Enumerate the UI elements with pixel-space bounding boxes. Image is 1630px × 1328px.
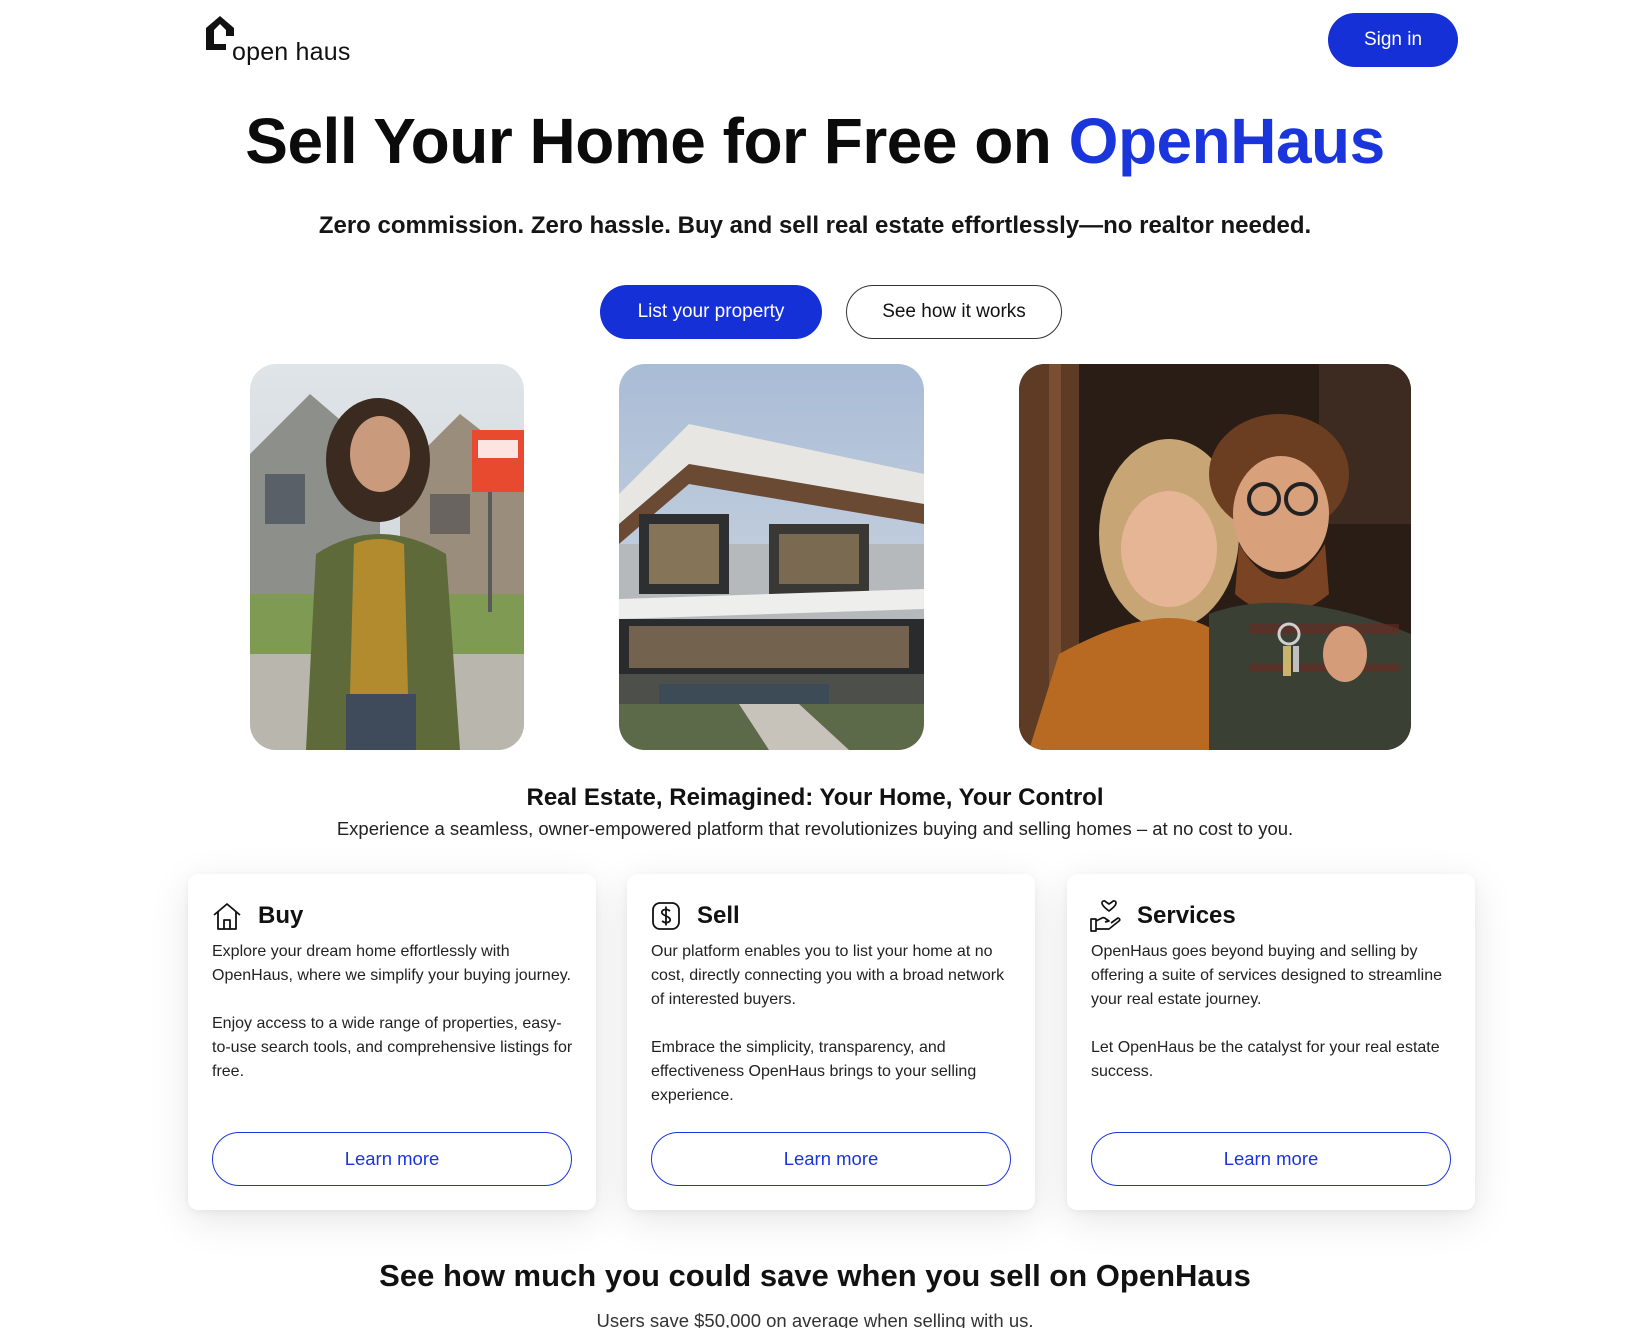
hero-title: Sell Your Home for Free on OpenHaus	[0, 104, 1630, 178]
modern-house-photo	[619, 364, 924, 750]
hero-title-main: Sell Your Home for Free on	[245, 105, 1069, 177]
list-property-button[interactable]: List your property	[600, 285, 822, 339]
savings-title: See how much you could save when you sel…	[379, 1258, 1251, 1293]
card-title: Sell	[697, 902, 740, 929]
card-body: OpenHaus goes beyond buying and selling …	[1091, 940, 1453, 1108]
intro-title: Real Estate, Reimagined: Your Home, Your…	[526, 784, 1104, 811]
card-paragraph: Our platform enables you to list your ho…	[651, 943, 1005, 1008]
card-paragraph: Let OpenHaus be the catalyst for your re…	[1091, 1039, 1440, 1080]
card-body: Our platform enables you to list your ho…	[651, 940, 1013, 1132]
site-header: open haus Sign in	[0, 0, 1630, 90]
house-icon	[210, 899, 244, 933]
card-header: Services	[1089, 898, 1236, 934]
intro-subtitle: Experience a seamless, owner-empowered p…	[336, 818, 1294, 839]
couple-with-keys-photo	[1019, 364, 1411, 750]
sell-card: Sell Our platform enables you to list yo…	[627, 874, 1035, 1210]
card-paragraph: Explore your dream home effortlessly wit…	[212, 943, 571, 984]
buy-card: Buy Explore your dream home effortlessly…	[188, 874, 596, 1210]
hero-subtitle: Zero commission. Zero hassle. Buy and se…	[318, 212, 1312, 239]
card-title: Buy	[258, 902, 304, 929]
card-title: Services	[1137, 902, 1236, 929]
buy-learn-more-button[interactable]: Learn more	[212, 1132, 572, 1186]
logo-text: open haus	[232, 38, 351, 66]
card-paragraph: Enjoy access to a wide range of properti…	[212, 1015, 573, 1080]
card-paragraph: OpenHaus goes beyond buying and selling …	[1091, 943, 1443, 1008]
services-learn-more-button[interactable]: Learn more	[1091, 1132, 1451, 1186]
savings-subtitle: Users save $50,000 on average when selli…	[596, 1310, 1034, 1328]
woman-with-sold-sign-photo	[250, 364, 524, 750]
services-card: Services OpenHaus goes beyond buying and…	[1067, 874, 1475, 1210]
see-how-it-works-button[interactable]: See how it works	[846, 285, 1062, 339]
sell-learn-more-button[interactable]: Learn more	[651, 1132, 1011, 1186]
hand-heart-icon	[1089, 899, 1123, 933]
hero-title-accent: OpenHaus	[1068, 105, 1386, 177]
card-body: Explore your dream home effortlessly wit…	[212, 940, 574, 1108]
card-paragraph: Embrace the simplicity, transparency, an…	[651, 1039, 977, 1104]
card-header: Buy	[210, 898, 303, 934]
card-header: Sell	[649, 898, 740, 934]
dollar-icon	[649, 899, 683, 933]
sign-in-button[interactable]: Sign in	[1328, 13, 1458, 67]
